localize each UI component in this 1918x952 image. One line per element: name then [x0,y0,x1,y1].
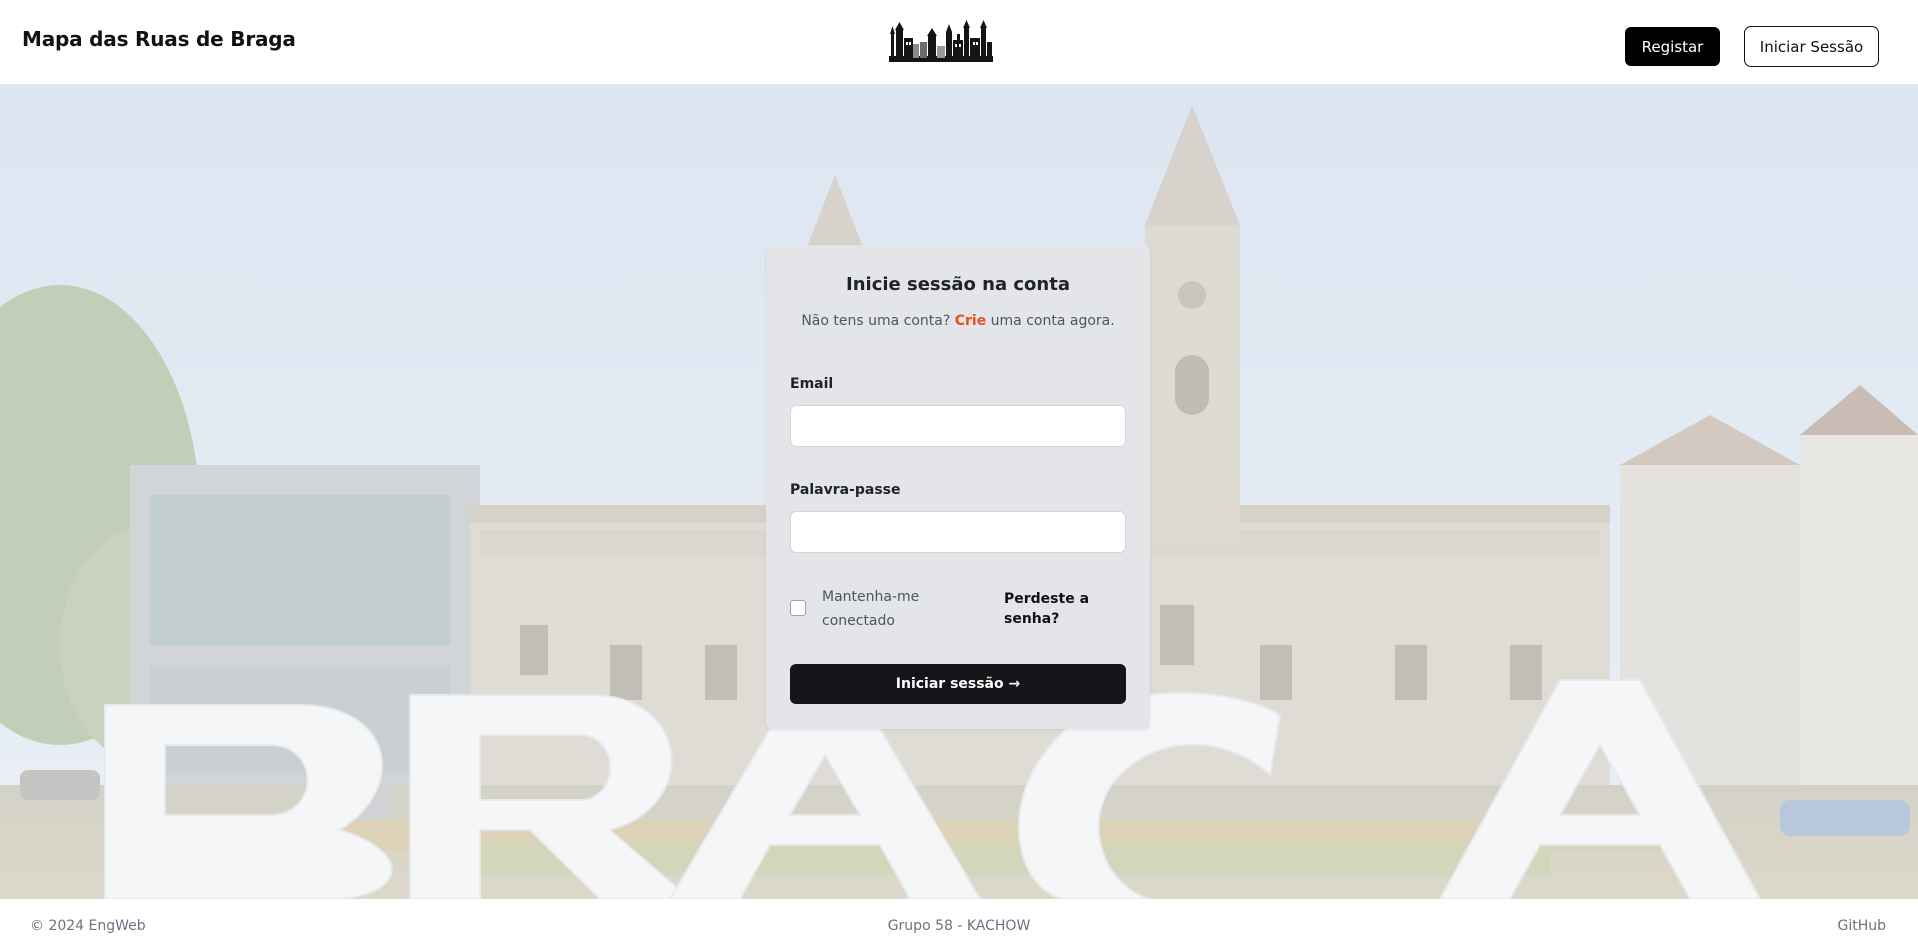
top-navbar: Mapa das Ruas de Braga Registar Iniciar … [0,0,1918,85]
register-button[interactable]: Registar [1625,27,1720,66]
login-card-title: Inicie sessão na conta [846,274,1070,295]
github-link[interactable]: GitHub [1837,918,1886,934]
signup-prompt-suffix: uma conta agora. [986,313,1115,329]
group-name: Grupo 58 - KACHOW [887,918,1031,934]
login-card: Inicie sessão na conta Não tens uma cont… [766,245,1150,729]
email-label: Email [790,376,834,392]
signup-prompt: Não tens uma conta? Crie uma conta agora… [766,313,1150,329]
forgot-password-link[interactable]: Perdeste a senha? [1004,589,1124,629]
login-nav-button[interactable]: Iniciar Sessão [1744,26,1879,67]
hero-background-image: Inicie sessão na conta Não tens uma cont… [0,85,1918,899]
password-label: Palavra-passe [790,482,901,498]
login-submit-button[interactable]: Iniciar sessão → [790,664,1126,704]
page-footer: © 2024 EngWeb Grupo 58 - KACHOW GitHub [0,899,1918,952]
password-field[interactable] [790,511,1126,553]
signup-prompt-text: Não tens uma conta? [801,313,955,329]
email-field[interactable] [790,405,1126,447]
braga-skyline-logo-icon[interactable] [889,20,993,62]
site-title[interactable]: Mapa das Ruas de Braga [22,27,296,51]
copyright-text: © 2024 EngWeb [30,918,146,934]
remember-me-label: Mantenha-me conectado [822,589,920,629]
create-account-link[interactable]: Crie [955,313,986,329]
remember-me-checkbox[interactable] [790,600,806,616]
